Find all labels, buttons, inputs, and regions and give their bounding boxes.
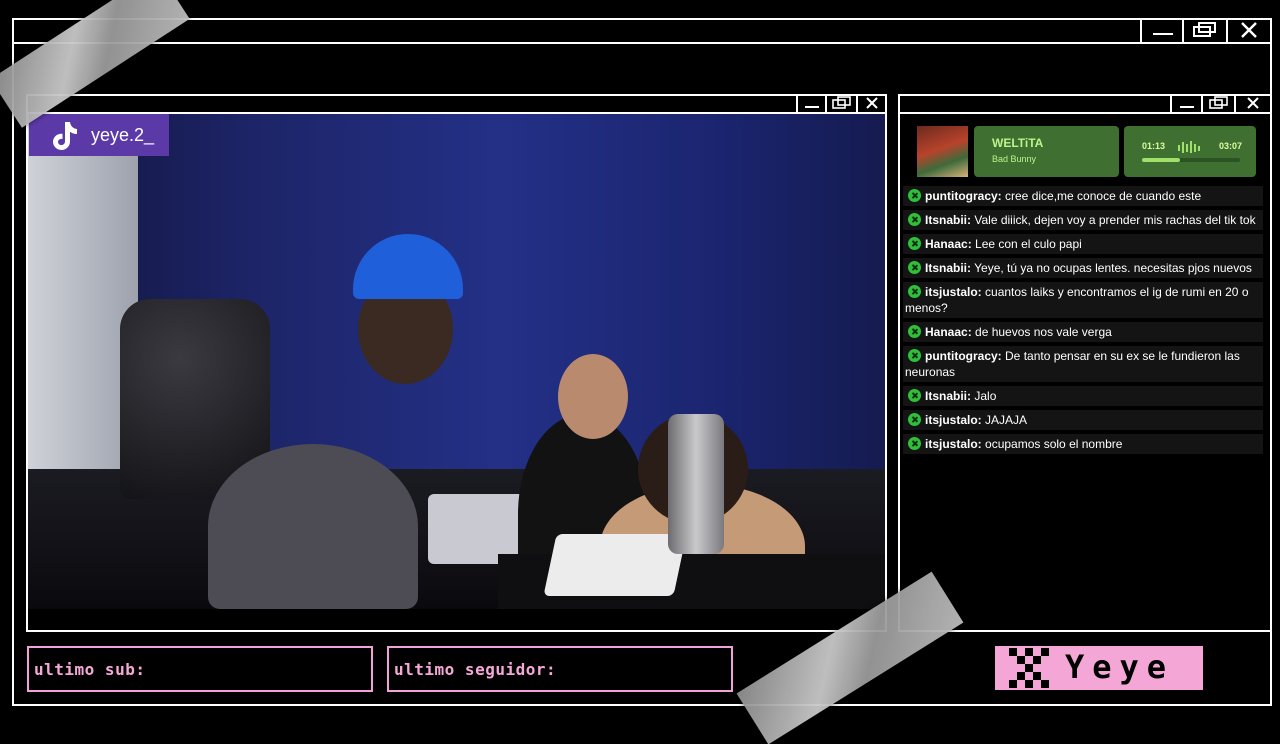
chat-text: Lee con el culo papi — [975, 237, 1082, 251]
video-window-titlebar — [26, 94, 887, 114]
chat-restore-button[interactable] — [1201, 94, 1235, 112]
minimize-icon — [805, 106, 819, 108]
chat-message: Itsnabii: Yeye, tú ya no ocupas lentes. … — [903, 258, 1263, 278]
chat-close-button[interactable] — [1234, 94, 1270, 112]
chat-badge-icon — [908, 389, 921, 402]
progress-bar-fill — [1142, 158, 1181, 162]
chat-username: itsjustalo: — [925, 413, 982, 427]
chat-username: Itsnabii: — [925, 213, 972, 227]
chat-badge-icon — [908, 413, 921, 426]
minimize-icon — [1153, 33, 1173, 35]
chat-badge-icon — [908, 349, 921, 362]
chat-message: puntitogracy: De tanto pensar en su ex s… — [903, 346, 1263, 382]
close-icon — [1241, 22, 1257, 38]
chat-badge-icon — [908, 437, 921, 450]
close-icon — [865, 97, 878, 109]
chat-username: Itsnabii: — [925, 389, 972, 403]
chat-text: JAJAJA — [985, 413, 1028, 427]
chat-message: Hanaac: Lee con el culo papi — [903, 234, 1263, 254]
water-bottle — [668, 414, 724, 554]
chat-minimize-button[interactable] — [1170, 94, 1202, 112]
kitchen-scale — [543, 534, 687, 596]
blue-cap — [353, 234, 463, 299]
chat-badge-icon — [908, 261, 921, 274]
chat-username: puntitogracy: — [925, 349, 1002, 363]
last-sub-label: ultimo sub: — [34, 660, 146, 679]
chat-message: puntitogracy: cree dice,me conoce de cua… — [903, 186, 1263, 206]
chat-text: ocupamos solo el nombre — [985, 437, 1123, 451]
outer-close-button[interactable] — [1226, 18, 1270, 42]
last-follower-label: ultimo seguidor: — [394, 660, 557, 679]
progress-bar — [1142, 158, 1240, 162]
chat-messages: puntitogracy: cree dice,me conoce de cua… — [903, 186, 1263, 461]
chat-username: Itsnabii: — [925, 261, 972, 275]
outer-minimize-button[interactable] — [1140, 18, 1184, 42]
current-time: 01:13 — [1142, 141, 1166, 151]
chat-badge-icon — [908, 325, 921, 338]
last-sub-box: ultimo sub: — [27, 646, 373, 692]
minimize-icon — [1180, 106, 1194, 108]
chat-badge-icon — [908, 285, 921, 298]
streamer-handle: yeye.2_ — [91, 124, 155, 145]
person-girl-head — [558, 354, 628, 439]
yeye-logo: Yeye — [995, 646, 1203, 690]
streamer-badge: yeye.2_ — [29, 114, 169, 156]
outer-restore-button[interactable] — [1182, 18, 1226, 42]
chat-username: itsjustalo: — [925, 437, 982, 451]
waveform-icon — [1178, 141, 1200, 153]
tiktok-icon — [53, 122, 77, 150]
now-playing-progress: 01:13 03:07 — [1124, 126, 1256, 177]
stream-video — [28, 114, 885, 609]
video-close-button[interactable] — [856, 94, 885, 112]
video-restore-button[interactable] — [825, 94, 857, 112]
chat-message: Itsnabii: Jalo — [903, 386, 1263, 406]
person-cap-body — [208, 444, 418, 609]
chat-text: de huevos nos vale verga — [975, 325, 1112, 339]
restore-icon — [1193, 22, 1216, 37]
last-follower-box: ultimo seguidor: — [387, 646, 733, 692]
chat-window-titlebar — [898, 94, 1272, 114]
track-title: WELTiTA — [992, 136, 1044, 150]
chat-message: Hanaac: de huevos nos vale verga — [903, 322, 1263, 342]
chat-badge-icon — [908, 237, 921, 250]
chat-message: itsjustalo: cuantos laiks y encontramos … — [903, 282, 1263, 318]
logo-text: Yeye — [1065, 648, 1175, 686]
chat-text: Yeye, tú ya no ocupas lentes. necesitas … — [974, 261, 1252, 275]
total-time: 03:07 — [1218, 141, 1242, 151]
chat-text: cree dice,me conoce de cuando este — [1005, 189, 1202, 203]
restore-icon — [1209, 96, 1228, 109]
track-artist: Bad Bunny — [992, 154, 1037, 164]
close-icon — [1247, 97, 1259, 109]
chat-text: Jalo — [974, 389, 997, 403]
chat-message: itsjustalo: JAJAJA — [903, 410, 1263, 430]
chat-badge-icon — [908, 213, 921, 226]
album-art — [917, 126, 968, 177]
chat-username: itsjustalo: — [925, 285, 982, 299]
video-minimize-button[interactable] — [796, 94, 826, 112]
chat-message: itsjustalo: ocupamos solo el nombre — [903, 434, 1263, 454]
chat-username: Hanaac: — [925, 325, 972, 339]
restore-icon — [832, 96, 851, 109]
checker-icon — [1009, 648, 1049, 688]
chat-text: Vale diiick, dejen voy a prender mis rac… — [974, 213, 1256, 227]
chat-username: puntitogracy: — [925, 189, 1002, 203]
chat-badge-icon — [908, 189, 921, 202]
chat-message: Itsnabii: Vale diiick, dejen voy a prend… — [903, 210, 1263, 230]
chat-username: Hanaac: — [925, 237, 972, 251]
now-playing-track: WELTiTA Bad Bunny — [974, 126, 1119, 177]
outer-window-titlebar — [12, 18, 1272, 44]
